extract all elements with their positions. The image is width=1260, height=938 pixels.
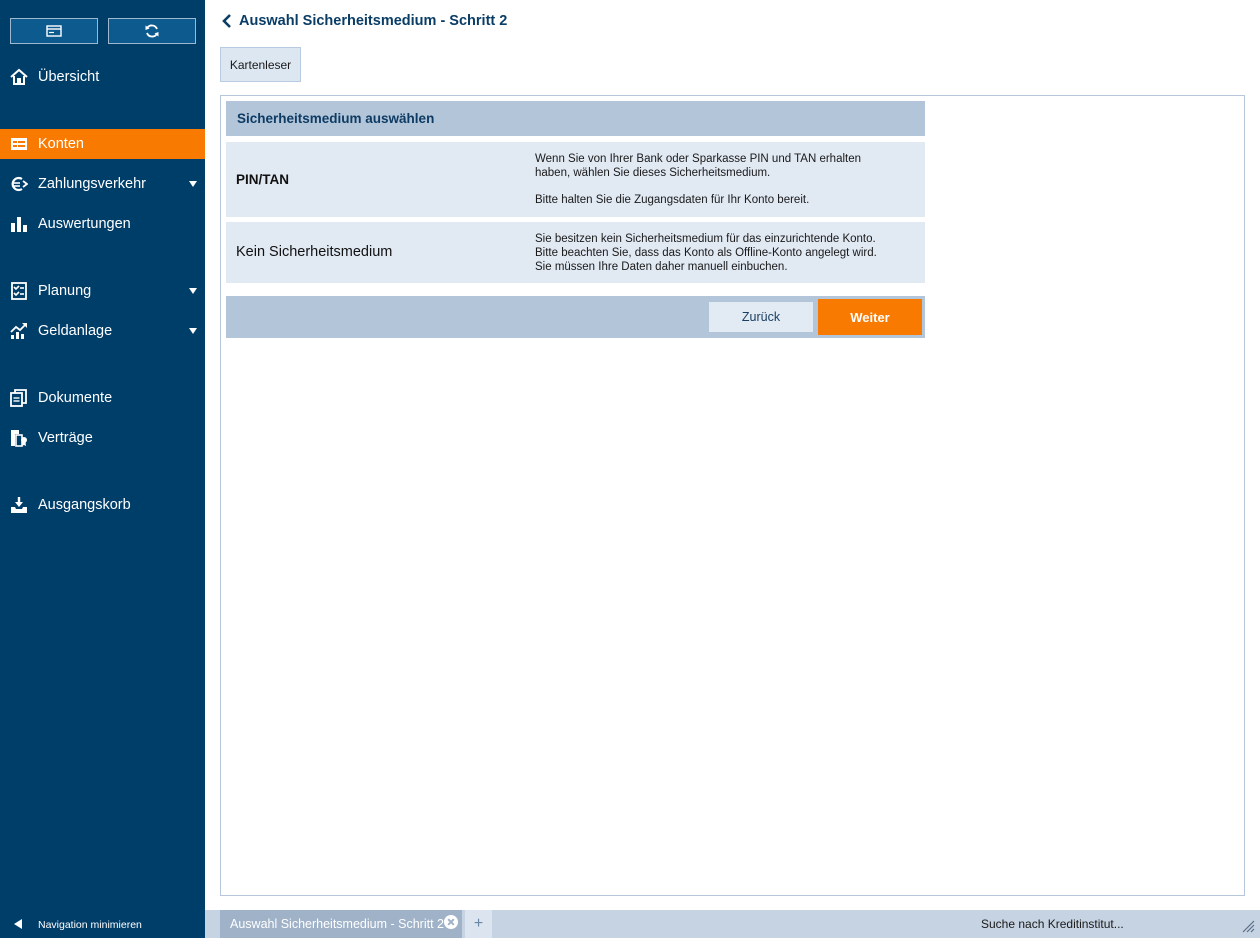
sidebar-item-planung[interactable]: Planung — [0, 276, 205, 306]
contracts-icon — [11, 430, 27, 447]
description-line: Wenn Sie von Ihrer Bank oder Sparkasse P… — [535, 153, 862, 165]
option-description: Sie besitzen kein Sicherheitsmedium für … — [535, 232, 915, 274]
option-description: Wenn Sie von Ihrer Bank oder Sparkasse P… — [535, 152, 915, 207]
description-note: Bitte halten Sie die Zugangsdaten für Ih… — [535, 194, 810, 206]
option-pin-tan[interactable]: PIN/TAN Wenn Sie von Ihrer Bank oder Spa… — [226, 142, 925, 217]
app-window: Übersicht Konten Zahlungsverkehr Auswert… — [0, 0, 1260, 938]
sidebar-item-label: Auswertungen — [38, 216, 131, 232]
sidebar-item-label: Zahlungsverkehr — [38, 176, 146, 192]
sidebar-item-uebersicht[interactable]: Übersicht — [0, 62, 205, 92]
option-title: PIN/TAN — [236, 172, 289, 187]
sidebar-item-zahlungsverkehr[interactable]: Zahlungsverkehr — [0, 169, 205, 199]
sidebar-item-label: Dokumente — [38, 390, 113, 406]
description-line: Sie müssen Ihre Daten daher manuell einb… — [535, 261, 788, 273]
euro-icon — [11, 176, 28, 192]
chevron-down-icon — [189, 328, 197, 334]
next-button[interactable]: Weiter — [818, 299, 922, 335]
option-no-security-medium[interactable]: Kein Sicherheitsmedium Sie besitzen kein… — [226, 222, 925, 283]
add-tab-button[interactable]: + — [465, 910, 492, 938]
bar-chart-icon — [11, 217, 27, 232]
sidebar-item-auswertungen[interactable]: Auswertungen — [0, 209, 205, 239]
card-icon — [46, 25, 62, 37]
close-icon[interactable] — [444, 915, 458, 929]
page-title: Auswahl Sicherheitsmedium - Schritt 2 — [239, 13, 508, 29]
triangle-left-icon — [14, 919, 22, 929]
sidebar-item-vertraege[interactable]: Verträge — [0, 423, 205, 453]
minimize-navigation-label: Navigation minimieren — [38, 919, 142, 931]
sidebar-item-ausgangskorb[interactable]: Ausgangskorb — [0, 490, 205, 520]
panel-title: Sicherheitsmedium auswählen — [226, 101, 925, 136]
option-title: Kein Sicherheitsmedium — [236, 244, 393, 260]
minimize-navigation-button[interactable]: Navigation minimieren — [0, 910, 205, 938]
documents-icon — [10, 389, 27, 407]
sidebar: Übersicht Konten Zahlungsverkehr Auswert… — [0, 0, 205, 910]
outbox-icon — [11, 497, 27, 513]
sidebar-item-label: Planung — [38, 283, 92, 299]
refresh-button[interactable] — [108, 18, 196, 44]
page-header: Auswahl Sicherheitsmedium - Schritt 2 — [220, 10, 507, 32]
sidebar-item-label: Ausgangskorb — [38, 497, 131, 513]
home-icon — [10, 68, 28, 85]
status-text: Suche nach Kreditinstitut... — [981, 917, 1124, 931]
description-line: Sie besitzen kein Sicherheitsmedium für … — [535, 233, 876, 245]
description-line: Bitte beachten Sie, dass das Konto als O… — [535, 247, 877, 259]
card-reader-button[interactable]: Kartenleser — [220, 47, 301, 82]
resize-grip-icon[interactable] — [1241, 919, 1255, 933]
sidebar-item-dokumente[interactable]: Dokumente — [0, 383, 205, 413]
sidebar-item-geldanlage[interactable]: Geldanlage — [0, 316, 205, 346]
sidebar-item-label: Konten — [38, 136, 84, 152]
accounts-icon — [11, 138, 27, 150]
sidebar-item-label: Übersicht — [38, 69, 100, 85]
bottom-tab-bar: Auswahl Sicherheitsmedium - Schritt 2 + … — [205, 910, 1260, 938]
chevron-down-icon — [189, 181, 197, 187]
sidebar-item-label: Verträge — [38, 430, 93, 446]
description-line: haben, wählen Sie dieses Sicherheitsmedi… — [535, 167, 771, 179]
sidebar-item-label: Geldanlage — [38, 323, 113, 339]
tab-label: Auswahl Sicherheitsmedium - Schritt 2 — [230, 917, 444, 931]
planning-icon — [11, 282, 27, 300]
chevron-left-icon[interactable] — [220, 13, 234, 29]
tab-auswahl-sicherheitsmedium[interactable]: Auswahl Sicherheitsmedium - Schritt 2 — [220, 910, 462, 938]
refresh-icon — [145, 24, 159, 38]
back-button[interactable]: Zurück — [709, 302, 813, 332]
chevron-down-icon — [189, 288, 197, 294]
investment-icon — [10, 323, 27, 339]
sidebar-item-konten[interactable]: Konten — [0, 129, 205, 159]
card-view-button[interactable] — [10, 18, 98, 44]
action-bar: Zurück Weiter — [226, 296, 925, 338]
